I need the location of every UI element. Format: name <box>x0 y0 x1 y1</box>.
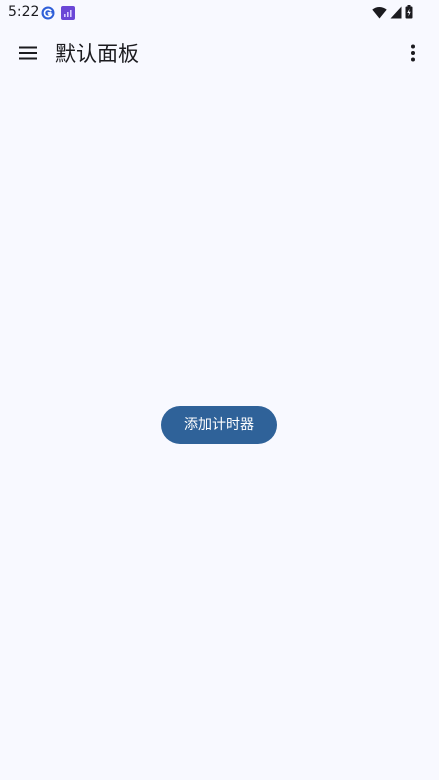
cellular-signal-icon <box>390 6 402 19</box>
top-app-bar: 默认面板 <box>0 24 439 84</box>
battery-icon <box>405 5 413 19</box>
add-timer-button[interactable]: 添加计时器 <box>161 406 277 444</box>
browser-app-icon <box>41 5 55 20</box>
status-indicators <box>372 5 413 19</box>
menu-icon <box>18 46 38 63</box>
board-content: 添加计时器 <box>0 84 439 780</box>
page-title: 默认面板 <box>55 42 139 66</box>
more-options-button[interactable] <box>399 30 427 78</box>
wifi-icon <box>372 6 387 19</box>
status-bar: 5:22 <box>0 0 439 24</box>
purple-app-icon <box>61 5 75 20</box>
menu-button[interactable] <box>8 30 48 78</box>
status-time: 5:22 <box>8 4 40 20</box>
more-vert-icon <box>410 44 416 65</box>
